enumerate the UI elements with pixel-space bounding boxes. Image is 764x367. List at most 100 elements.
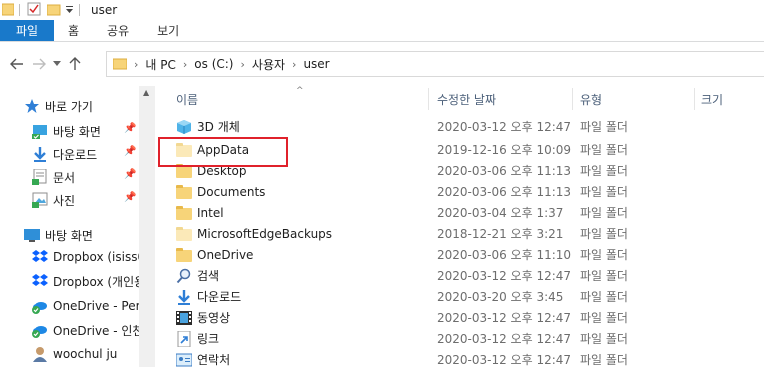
pin-icon[interactable]: 📌 — [124, 192, 136, 203]
tab-file[interactable]: 파일 — [0, 20, 54, 41]
file-date: 2020-03-04 오후 1:37 — [437, 206, 564, 220]
file-row[interactable]: 연락처 2020-03-12 오후 12:47 파일 폴더 — [172, 349, 764, 367]
file-date: 2020-03-12 오후 12:47 — [437, 332, 572, 346]
tab-view[interactable]: 보기 — [143, 20, 193, 41]
file-type: 파일 폴더 — [580, 227, 628, 241]
file-row[interactable]: 다운로드 2020-03-20 오후 3:45 파일 폴더 — [172, 286, 764, 307]
recent-locations-button[interactable] — [50, 61, 64, 67]
nav-label: OneDrive - 인천 — [53, 323, 144, 338]
file-name: 연락처 — [197, 353, 231, 367]
nav-item-desktop[interactable]: 바탕 화면 — [32, 120, 101, 142]
chevron-right-icon[interactable]: › — [134, 58, 138, 71]
file-row[interactable]: 3D 개체 2020-03-12 오후 12:47 파일 폴더 — [172, 116, 764, 137]
column-divider[interactable] — [572, 88, 573, 110]
file-type: 파일 폴더 — [580, 185, 628, 199]
user-icon — [32, 346, 48, 362]
nav-item-onedrive-org[interactable]: OneDrive - 인천 — [32, 319, 143, 341]
breadcrumb-users[interactable]: 사용자 — [252, 56, 285, 73]
address-bar[interactable]: › 내 PC › os (C:) › 사용자 › user — [106, 51, 764, 77]
chevron-down-icon — [53, 61, 61, 66]
nav-label: 바탕 화면 — [53, 124, 101, 139]
chevron-right-icon[interactable]: › — [183, 58, 187, 71]
file-name: 3D 개체 — [197, 120, 240, 134]
file-date: 2020-03-06 오후 11:10 — [437, 248, 572, 262]
nav-item-documents[interactable]: 문서 — [32, 166, 75, 188]
file-row[interactable]: 링크 2020-03-12 오후 12:47 파일 폴더 — [172, 328, 764, 349]
column-divider[interactable] — [428, 88, 429, 110]
nav-label: 바탕 화면 — [45, 228, 93, 243]
column-header-name[interactable]: 이름 — [176, 86, 198, 112]
breadcrumb-user[interactable]: user — [303, 57, 329, 71]
file-row[interactable]: Documents 2020-03-06 오후 11:13 파일 폴더 — [172, 181, 764, 202]
column-header-size[interactable]: 크기 — [701, 86, 723, 112]
customize-toolbar-dropdown-icon[interactable] — [65, 3, 74, 18]
new-folder-icon[interactable] — [46, 2, 61, 19]
nav-scrollbar[interactable]: ▲ — [139, 86, 155, 367]
file-row[interactable]: MicrosoftEdgeBackups 2018-12-21 오후 3:21 … — [172, 223, 764, 244]
onedrive-icon — [32, 322, 48, 338]
chevron-right-icon[interactable]: › — [292, 58, 296, 71]
file-type: 파일 폴더 — [580, 311, 628, 325]
search-folder-icon — [176, 268, 192, 284]
file-type: 파일 폴더 — [580, 206, 628, 220]
divider — [79, 4, 80, 16]
nav-item-dropbox-2[interactable]: Dropbox (개인용 — [32, 270, 145, 292]
onedrive-icon — [32, 298, 48, 314]
pin-icon[interactable]: 📌 — [124, 169, 136, 180]
tab-share[interactable]: 공유 — [93, 20, 143, 41]
file-name: MicrosoftEdgeBackups — [197, 226, 333, 241]
up-button[interactable] — [64, 57, 86, 71]
column-header-modified[interactable]: 수정한 날짜 — [437, 86, 496, 112]
file-row[interactable]: Intel 2020-03-04 오후 1:37 파일 폴더 — [172, 202, 764, 223]
pin-icon[interactable]: 📌 — [124, 146, 136, 157]
up-arrow-icon — [69, 57, 81, 70]
nav-desktop[interactable]: 바탕 화면 — [24, 224, 93, 246]
3d-objects-icon — [176, 119, 192, 135]
properties-checklist-icon[interactable] — [27, 2, 41, 19]
file-name: 다운로드 — [197, 290, 242, 304]
nav-label: woochul ju — [53, 347, 118, 361]
navigation-pane: 바로 가기 바탕 화면 📌 다운로드 📌 문서 📌 사진 📌 바탕 화면 Dro… — [0, 86, 155, 367]
back-button[interactable] — [6, 58, 28, 70]
file-row[interactable]: 동영상 2020-03-12 오후 12:47 파일 폴더 — [172, 307, 764, 328]
column-header-type[interactable]: 유형 — [580, 86, 602, 112]
chevron-right-icon[interactable]: › — [241, 58, 245, 71]
file-name: 동영상 — [197, 311, 231, 325]
file-row[interactable]: OneDrive 2020-03-06 오후 11:10 파일 폴더 — [172, 244, 764, 265]
dropbox-icon — [32, 249, 48, 265]
column-divider[interactable] — [694, 88, 695, 110]
breadcrumb-this-pc[interactable]: 내 PC — [145, 56, 175, 73]
file-date: 2020-03-12 오후 12:47 — [437, 269, 572, 283]
links-icon — [176, 330, 192, 347]
contacts-icon — [175, 352, 193, 367]
file-date: 2019-12-16 오후 10:09 — [437, 143, 572, 157]
download-icon — [176, 289, 192, 305]
nav-item-dropbox-1[interactable]: Dropbox (isiss01 — [32, 246, 153, 268]
nav-item-pictures[interactable]: 사진 — [32, 189, 75, 211]
nav-item-user[interactable]: woochul ju — [32, 343, 117, 365]
file-name: 링크 — [197, 332, 220, 346]
ribbon-tabs: 파일 홈 공유 보기 — [0, 20, 764, 42]
file-name: Documents — [197, 184, 266, 199]
forward-button[interactable] — [28, 58, 50, 70]
file-row[interactable]: 검색 2020-03-12 오후 12:47 파일 폴더 — [172, 265, 764, 286]
divider — [19, 4, 20, 16]
forward-arrow-icon — [33, 58, 46, 70]
file-date: 2020-03-12 오후 12:47 — [437, 120, 572, 134]
file-type: 파일 폴더 — [580, 164, 628, 178]
file-type: 파일 폴더 — [580, 269, 628, 283]
nav-label: 사진 — [53, 193, 76, 208]
tab-home[interactable]: 홈 — [54, 20, 93, 41]
nav-item-downloads[interactable]: 다운로드 — [32, 143, 97, 165]
nav-label: 다운로드 — [53, 147, 98, 162]
file-name: OneDrive — [197, 247, 254, 262]
breadcrumb-drive[interactable]: os (C:) — [194, 57, 233, 71]
scroll-up-icon[interactable]: ▲ — [143, 88, 149, 97]
file-type: 파일 폴더 — [580, 248, 628, 262]
nav-quick-access[interactable]: 바로 가기 — [24, 95, 93, 117]
annotation-highlight-box — [158, 137, 288, 167]
file-date: 2018-12-21 오후 3:21 — [437, 227, 564, 241]
download-icon — [32, 146, 48, 162]
nav-item-onedrive-personal[interactable]: OneDrive - Perso — [32, 295, 154, 317]
pin-icon[interactable]: 📌 — [124, 123, 136, 134]
